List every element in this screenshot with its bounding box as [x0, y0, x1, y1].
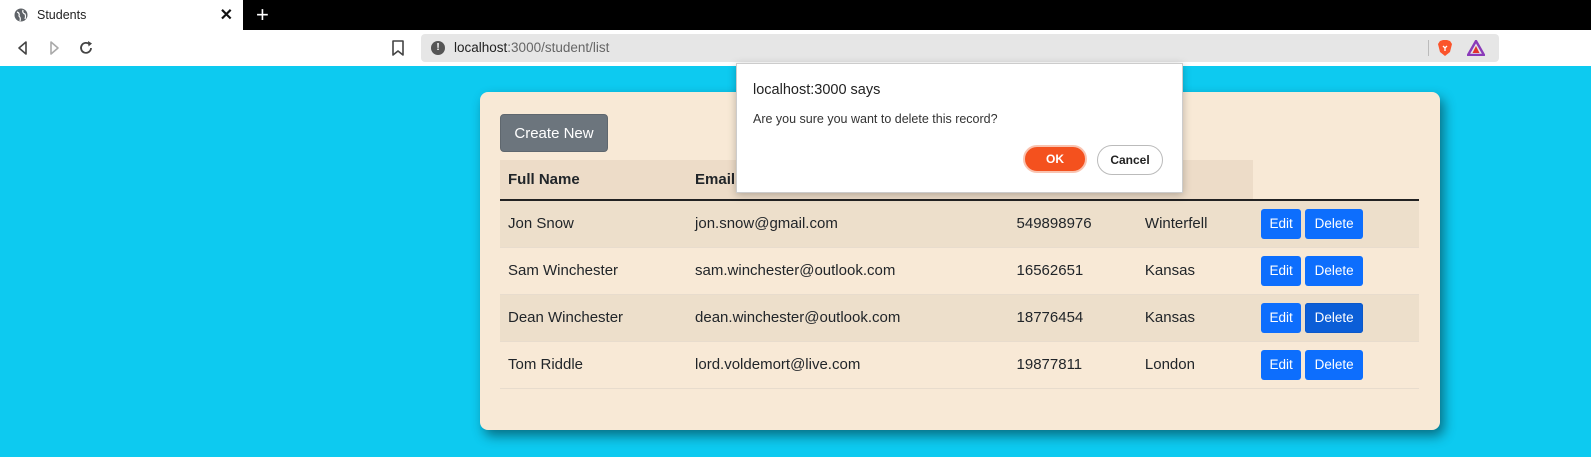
table-row: Dean Winchester dean.winchester@outlook.… — [500, 294, 1419, 342]
cell-actions: Edit Delete — [1253, 341, 1419, 389]
table-row: Jon Snow jon.snow@gmail.com 549898976 Wi… — [500, 200, 1419, 248]
delete-button[interactable]: Delete — [1305, 349, 1364, 380]
cell-email: jon.snow@gmail.com — [687, 200, 1009, 248]
cell-full-name: Tom Riddle — [500, 341, 688, 389]
cell-city: Kansas — [1136, 294, 1254, 342]
cell-email: sam.winchester@outlook.com — [687, 247, 1009, 295]
reload-icon[interactable] — [77, 39, 95, 57]
browser-toolbar: ! localhost:3000/student/list — [0, 30, 1591, 66]
browser-tab[interactable]: Students ✕ — [0, 0, 243, 30]
brave-rewards-icon[interactable] — [1467, 40, 1485, 56]
cell-email: lord.voldemort@live.com — [687, 341, 1009, 389]
cell-mobile: 18776454 — [1008, 294, 1137, 342]
cancel-button[interactable]: Cancel — [1097, 145, 1163, 175]
create-new-button[interactable]: Create New — [500, 114, 608, 152]
back-icon[interactable] — [14, 39, 32, 57]
cell-full-name: Dean Winchester — [500, 294, 688, 342]
dialog-message: Are you sure you want to delete this rec… — [753, 112, 998, 126]
header-full-name: Full Name — [500, 160, 688, 201]
cell-mobile: 16562651 — [1008, 247, 1137, 295]
cell-city: London — [1136, 341, 1254, 389]
dialog-title: localhost:3000 says — [753, 82, 881, 98]
cell-mobile: 19877811 — [1008, 341, 1137, 389]
edit-button[interactable]: Edit — [1261, 255, 1302, 286]
cell-mobile: 549898976 — [1008, 200, 1137, 248]
brave-shields-icon[interactable] — [1437, 39, 1453, 57]
omnibox-divider — [1428, 40, 1429, 56]
confirm-dialog: localhost:3000 says Are you sure you wan… — [736, 63, 1183, 193]
globe-icon — [14, 8, 28, 22]
cell-actions: Edit Delete — [1253, 294, 1419, 342]
cell-city: Kansas — [1136, 247, 1254, 295]
cell-city: Winterfell — [1136, 200, 1254, 248]
edit-button[interactable]: Edit — [1261, 349, 1302, 380]
edit-button[interactable]: Edit — [1261, 302, 1302, 333]
url-path: :3000/student/list — [507, 40, 610, 55]
cell-full-name: Sam Winchester — [500, 247, 688, 295]
new-tab-button[interactable]: + — [256, 2, 269, 28]
students-table: Full Name Email Jon Snow jon.snow@gmail.… — [500, 160, 1419, 389]
table-row: Sam Winchester sam.winchester@outlook.co… — [500, 247, 1419, 295]
delete-button[interactable]: Delete — [1305, 255, 1364, 286]
close-tab-icon[interactable]: ✕ — [220, 5, 233, 25]
cell-actions: Edit Delete — [1253, 200, 1419, 248]
site-info-icon[interactable]: ! — [431, 41, 445, 55]
header-actions — [1253, 160, 1419, 201]
delete-button[interactable]: Delete — [1305, 208, 1364, 239]
browser-tabstrip: Students ✕ + — [0, 0, 1591, 30]
table-row: Tom Riddle lord.voldemort@live.com 19877… — [500, 341, 1419, 389]
delete-button[interactable]: Delete — [1305, 302, 1364, 333]
cell-actions: Edit Delete — [1253, 247, 1419, 295]
forward-icon[interactable] — [45, 39, 63, 57]
address-bar[interactable]: ! localhost:3000/student/list — [421, 34, 1499, 62]
ok-button[interactable]: OK — [1023, 145, 1087, 173]
url-text: localhost:3000/student/list — [454, 40, 609, 55]
cell-full-name: Jon Snow — [500, 200, 688, 248]
cell-email: dean.winchester@outlook.com — [687, 294, 1009, 342]
tab-title: Students — [37, 8, 87, 22]
url-host: localhost — [454, 40, 508, 55]
bookmark-icon[interactable] — [390, 39, 406, 57]
edit-button[interactable]: Edit — [1261, 208, 1302, 239]
